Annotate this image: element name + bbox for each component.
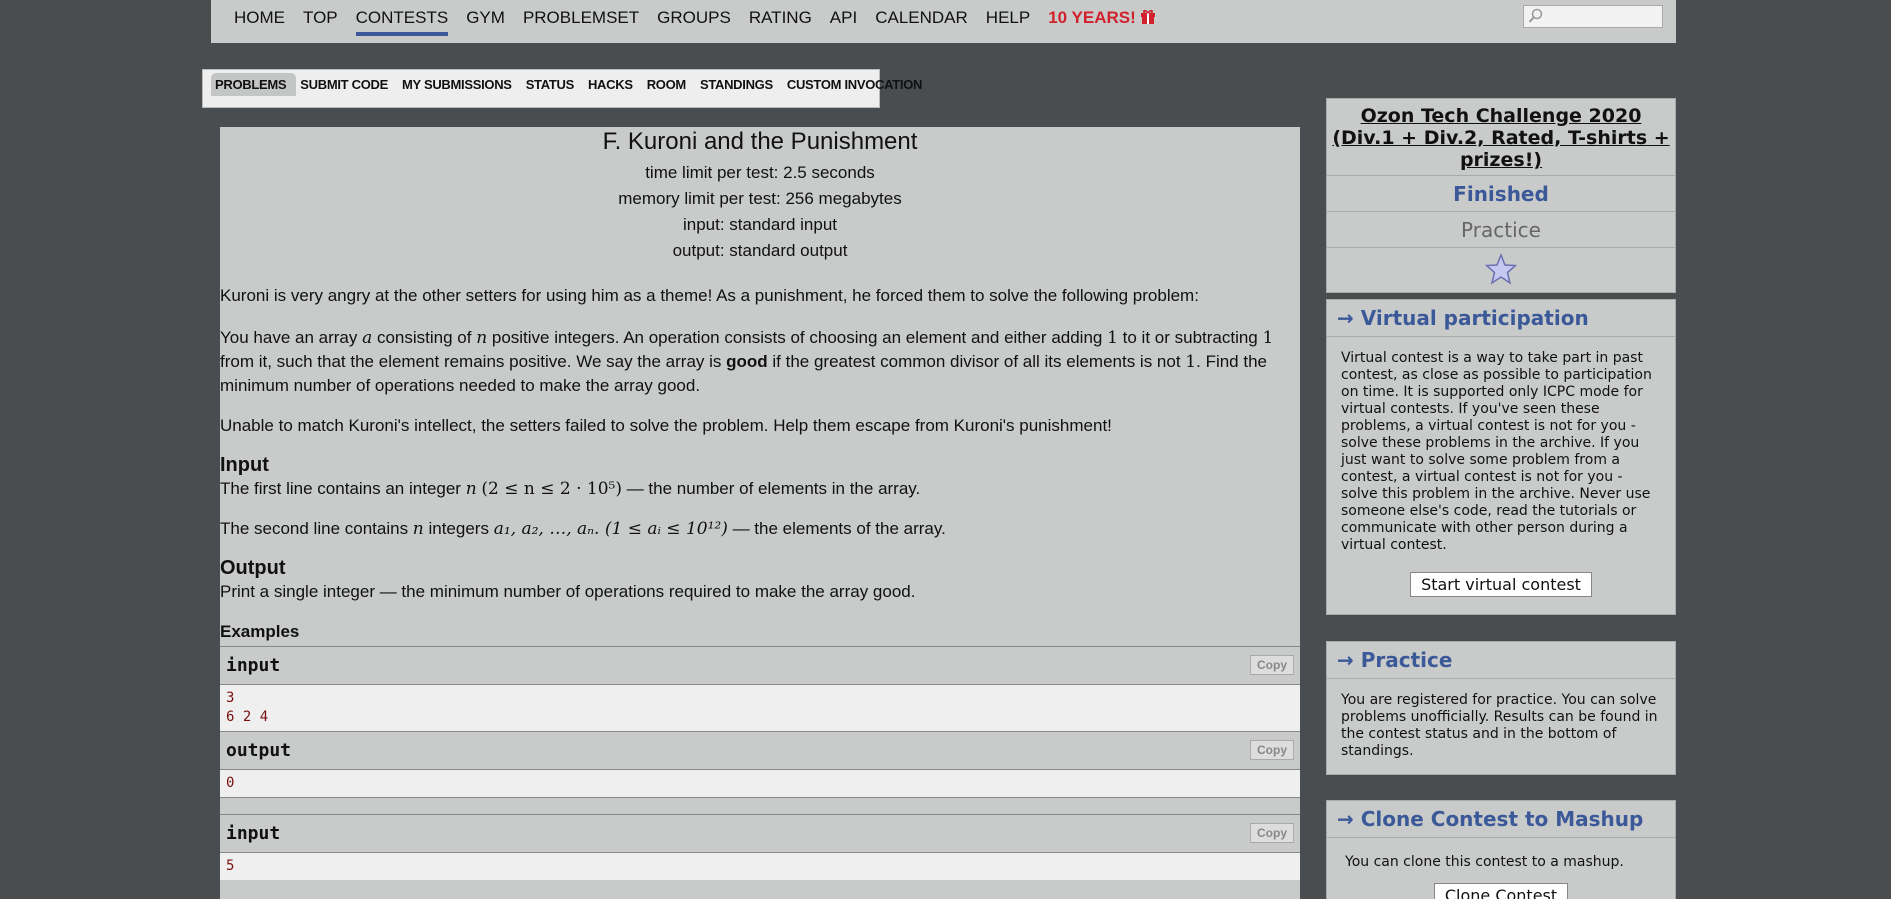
contest-name-link[interactable]: Ozon Tech Challenge 2020 (Div.1 + Div.2,… bbox=[1327, 99, 1675, 176]
nav-groups[interactable]: GROUPS bbox=[657, 8, 731, 28]
problem-limits: time limit per test: 2.5 seconds memory … bbox=[220, 160, 1300, 264]
star-icon bbox=[1484, 252, 1518, 285]
tab-my-submissions[interactable]: MY SUBMISSIONS bbox=[398, 73, 522, 96]
input-line-1: The first line contains an integer n (2 … bbox=[220, 479, 921, 499]
tab-standings[interactable]: STANDINGS bbox=[696, 73, 783, 96]
tab-hacks[interactable]: HACKS bbox=[584, 73, 643, 96]
example-2-input: input Copy 5 bbox=[220, 814, 1300, 880]
participation-mode: Practice bbox=[1327, 212, 1675, 248]
clone-contest-heading: → Clone Contest to Mashup bbox=[1327, 801, 1675, 838]
nav-home[interactable]: HOME bbox=[234, 8, 285, 28]
virtual-participation-heading: → Virtual participation bbox=[1327, 300, 1675, 337]
time-limit: time limit per test: 2.5 seconds bbox=[645, 163, 875, 182]
input-label: input bbox=[226, 655, 281, 676]
clone-contest-box: → Clone Contest to Mashup You can clone … bbox=[1326, 800, 1676, 899]
example-1-output: output Copy 0 bbox=[220, 732, 1300, 798]
nav-help[interactable]: HELP bbox=[986, 8, 1030, 28]
copy-button[interactable]: Copy bbox=[1250, 823, 1294, 843]
clone-contest-button[interactable]: Clone Contest bbox=[1433, 883, 1569, 899]
top-navigation: HOME TOP CONTESTS GYM PROBLEMSET GROUPS … bbox=[211, 0, 1676, 43]
example-1-input: input Copy 36 2 4 bbox=[220, 646, 1300, 732]
tab-status[interactable]: STATUS bbox=[522, 73, 584, 96]
practice-box: → Practice You are registered for practi… bbox=[1326, 641, 1676, 775]
input-heading: Input bbox=[220, 454, 269, 476]
tab-custom-invocation[interactable]: CUSTOM INVOCATION bbox=[783, 73, 932, 96]
gift-icon bbox=[1140, 9, 1155, 24]
copy-button[interactable]: Copy bbox=[1250, 740, 1294, 760]
tab-room[interactable]: ROOM bbox=[643, 73, 696, 96]
examples-heading: Examples bbox=[220, 622, 300, 641]
clone-contest-text: You can clone this contest to a mashup. bbox=[1345, 854, 1624, 870]
memory-limit: memory limit per test: 256 megabytes bbox=[618, 189, 902, 208]
nav-api[interactable]: API bbox=[830, 8, 857, 28]
example-output-text[interactable]: 0 bbox=[220, 770, 1300, 798]
legend-closing: Unable to match Kuroni's intellect, the … bbox=[220, 416, 1112, 435]
tab-problems[interactable]: PROBLEMS bbox=[211, 73, 297, 96]
example-input-text[interactable]: 36 2 4 bbox=[220, 685, 1300, 732]
output-label: output bbox=[226, 740, 292, 761]
practice-heading: → Practice bbox=[1327, 642, 1675, 679]
search-input[interactable] bbox=[1523, 5, 1663, 28]
nav-top[interactable]: TOP bbox=[303, 8, 338, 28]
nav-problemset[interactable]: PROBLEMSET bbox=[523, 8, 639, 28]
virtual-participation-text: Virtual contest is a way to take part in… bbox=[1341, 350, 1652, 553]
input-file: input: standard input bbox=[682, 215, 838, 234]
output-description: Print a single integer — the minimum num… bbox=[220, 582, 916, 601]
legend-paragraph: You have an array a consisting of n posi… bbox=[220, 328, 1274, 395]
legend-intro: Kuroni is very angry at the other setter… bbox=[220, 286, 1199, 305]
example-input-text[interactable]: 5 bbox=[220, 853, 1300, 880]
output-file: output: standard output bbox=[672, 241, 848, 260]
nav-10-years-promo[interactable]: 10 YEARS! bbox=[1048, 8, 1156, 28]
practice-text: You are registered for practice. You can… bbox=[1341, 692, 1658, 759]
contest-menu: PROBLEMS SUBMIT CODE MY SUBMISSIONS STAT… bbox=[202, 69, 922, 108]
favourite-toggle[interactable] bbox=[1327, 248, 1675, 292]
promo-label: 10 YEARS! bbox=[1048, 8, 1136, 27]
nav-gym[interactable]: GYM bbox=[466, 8, 505, 28]
copy-button[interactable]: Copy bbox=[1250, 655, 1294, 675]
virtual-participation-box: → Virtual participation Virtual contest … bbox=[1326, 299, 1676, 615]
contest-info-box: Ozon Tech Challenge 2020 (Div.1 + Div.2,… bbox=[1326, 98, 1676, 293]
nav-calendar[interactable]: CALENDAR bbox=[875, 8, 968, 28]
problem-statement: F. Kuroni and the Punishment time limit … bbox=[220, 127, 1300, 899]
problem-title: F. Kuroni and the Punishment bbox=[602, 128, 918, 155]
output-heading: Output bbox=[220, 557, 286, 579]
start-virtual-contest-button[interactable]: Start virtual contest bbox=[1410, 572, 1592, 597]
nav-rating[interactable]: RATING bbox=[749, 8, 812, 28]
input-label: input bbox=[226, 823, 281, 844]
main-menu: HOME TOP CONTESTS GYM PROBLEMSET GROUPS … bbox=[234, 8, 1174, 36]
contest-phase: Finished bbox=[1327, 176, 1675, 212]
search-icon bbox=[1528, 8, 1543, 23]
nav-contests[interactable]: CONTESTS bbox=[355, 8, 448, 36]
input-line-2: The second line contains n integers a₁, … bbox=[220, 519, 946, 539]
tab-submit-code[interactable]: SUBMIT CODE bbox=[296, 73, 398, 96]
